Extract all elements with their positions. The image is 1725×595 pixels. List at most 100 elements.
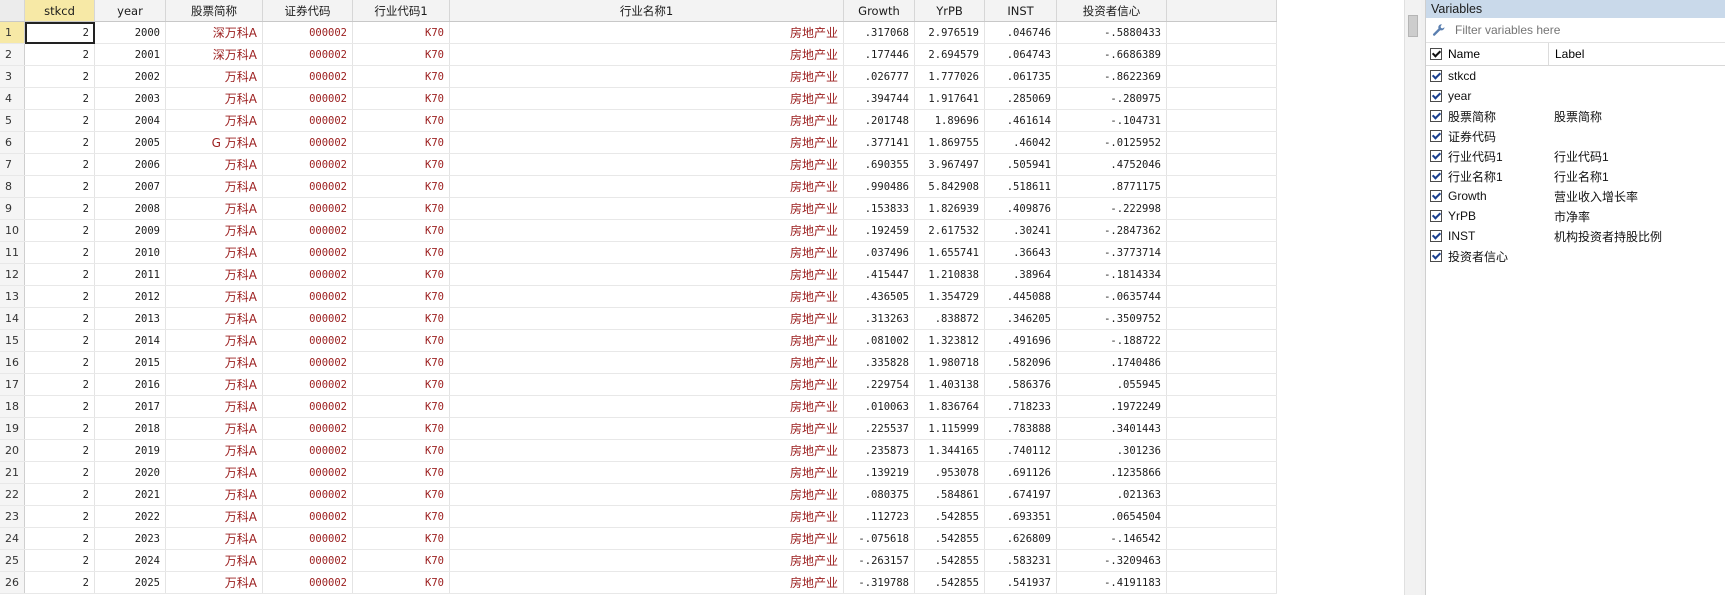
table-cell[interactable]: -.319788	[843, 571, 915, 594]
variable-checkbox[interactable]	[1426, 150, 1446, 162]
row-number[interactable]: 2	[0, 43, 25, 66]
table-cell[interactable]: 000002	[262, 549, 353, 572]
table-cell[interactable]: 房地产业	[449, 153, 844, 176]
table-cell[interactable]: 房地产业	[449, 571, 844, 594]
table-row[interactable]: 15 2 2014 万科A 000002 K70 房地产业 .081002 1.323812.4…	[0, 329, 1321, 352]
table-row[interactable]: 9 2 2008 万科A 000002 K70 房地产业 .153833 1.826939.40…	[0, 197, 1321, 220]
row-number[interactable]: 11	[0, 241, 25, 264]
row-number[interactable]: 6	[0, 131, 25, 154]
table-cell[interactable]: 000002	[262, 351, 353, 374]
table-cell[interactable]: 万科A	[165, 219, 263, 242]
variable-row[interactable]: YrPB 市净率	[1426, 206, 1725, 226]
table-cell[interactable]: 2	[24, 329, 95, 352]
table-cell[interactable]: .229754	[843, 373, 915, 396]
table-cell[interactable]: 2	[24, 505, 95, 528]
row-number[interactable]: 24	[0, 527, 25, 550]
table-cell[interactable]: .30241	[984, 219, 1057, 242]
column-header[interactable]: 证券代码	[262, 0, 353, 22]
table-cell[interactable]: .953078	[914, 461, 985, 484]
table-cell[interactable]: 2	[24, 307, 95, 330]
table-cell[interactable]: 2	[24, 43, 95, 66]
table-cell[interactable]: K70	[352, 87, 450, 110]
table-cell[interactable]: 万科A	[165, 527, 263, 550]
table-cell[interactable]: 1.980718	[914, 351, 985, 374]
table-cell[interactable]: .201748	[843, 109, 915, 132]
table-row[interactable]: 26 2 2025 万科A 000002 K70 房地产业 -.319788.542855.5…	[0, 571, 1321, 594]
table-row[interactable]: 7 2 2006 万科A 000002 K70 房地产业 .690355 3.967497.50…	[0, 153, 1321, 176]
table-cell[interactable]: 000002	[262, 43, 353, 66]
table-cell[interactable]: -.075618	[843, 527, 915, 550]
table-cell[interactable]: -.5880433	[1056, 21, 1167, 44]
table-cell[interactable]: K70	[352, 461, 450, 484]
table-cell[interactable]: K70	[352, 65, 450, 88]
table-cell[interactable]: 2013	[94, 307, 166, 330]
table-cell[interactable]: 房地产业	[449, 21, 844, 44]
table-row[interactable]: 22 2 2021 万科A 000002 K70 房地产业 .080375.584861.67…	[0, 483, 1321, 506]
table-cell[interactable]: -.3209463	[1056, 549, 1167, 572]
table-cell[interactable]: 000002	[262, 307, 353, 330]
table-cell[interactable]: 房地产业	[449, 329, 844, 352]
table-cell[interactable]: 房地产业	[449, 373, 844, 396]
table-cell[interactable]: 深万科A	[165, 43, 263, 66]
table-cell[interactable]: G 万科A	[165, 131, 263, 154]
table-cell[interactable]: 房地产业	[449, 395, 844, 418]
table-cell[interactable]: .674197	[984, 483, 1057, 506]
table-cell[interactable]: .542855	[914, 549, 985, 572]
table-cell[interactable]: -.104731	[1056, 109, 1167, 132]
table-cell[interactable]: 房地产业	[449, 285, 844, 308]
table-cell[interactable]: .691126	[984, 461, 1057, 484]
table-cell[interactable]: -.3773714	[1056, 241, 1167, 264]
table-cell[interactable]: K70	[352, 175, 450, 198]
table-cell[interactable]: .445088	[984, 285, 1057, 308]
table-cell[interactable]: 房地产业	[449, 175, 844, 198]
table-cell[interactable]: 2009	[94, 219, 166, 242]
row-number[interactable]: 10	[0, 219, 25, 242]
table-cell[interactable]: 万科A	[165, 571, 263, 594]
table-cell[interactable]: .693351	[984, 505, 1057, 528]
row-number[interactable]: 16	[0, 351, 25, 374]
table-cell[interactable]: 万科A	[165, 197, 263, 220]
table-cell[interactable]: 2015	[94, 351, 166, 374]
table-cell[interactable]: -.188722	[1056, 329, 1167, 352]
table-cell[interactable]: .064743	[984, 43, 1057, 66]
table-cell[interactable]: -.0125952	[1056, 131, 1167, 154]
table-cell[interactable]: 万科A	[165, 285, 263, 308]
table-cell[interactable]: 1.89696	[914, 109, 985, 132]
table-cell[interactable]: 2012	[94, 285, 166, 308]
table-cell[interactable]: 1.323812	[914, 329, 985, 352]
table-cell[interactable]: 房地产业	[449, 439, 844, 462]
table-cell[interactable]: .112723	[843, 505, 915, 528]
table-row[interactable]: 6 2 2005 G 万科A 000002 K70 房地产业 .377141 1.869755.…	[0, 131, 1321, 154]
variable-checkbox[interactable]	[1426, 170, 1446, 182]
row-number[interactable]: 22	[0, 483, 25, 506]
row-number[interactable]: 19	[0, 417, 25, 440]
variable-checkbox[interactable]	[1426, 250, 1446, 262]
table-cell[interactable]: .313263	[843, 307, 915, 330]
table-cell[interactable]: K70	[352, 505, 450, 528]
table-cell[interactable]: -.280975	[1056, 87, 1167, 110]
table-cell[interactable]: 房地产业	[449, 417, 844, 440]
table-row[interactable]: 3 2 2002 万科A 000002 K70 房地产业 .026777 1.777026.06…	[0, 65, 1321, 88]
table-cell[interactable]: 1.826939	[914, 197, 985, 220]
table-cell[interactable]: .1235866	[1056, 461, 1167, 484]
table-row[interactable]: 24 2 2023 万科A 000002 K70 房地产业 -.075618.542855.6…	[0, 527, 1321, 550]
table-cell[interactable]: 000002	[262, 505, 353, 528]
table-cell[interactable]: 2018	[94, 417, 166, 440]
table-cell[interactable]: 2019	[94, 439, 166, 462]
variable-row[interactable]: stkcd	[1426, 66, 1725, 86]
table-cell[interactable]: 万科A	[165, 351, 263, 374]
table-cell[interactable]: 2021	[94, 483, 166, 506]
table-cell[interactable]: 2	[24, 417, 95, 440]
data-table[interactable]: stkcd year 股票简称 证券代码 行业代码1 行业名称1 Growth YrPB INS…	[0, 0, 1321, 594]
table-cell[interactable]: .046746	[984, 21, 1057, 44]
table-cell[interactable]: K70	[352, 527, 450, 550]
table-row[interactable]: 16 2 2015 万科A 000002 K70 房地产业 .335828 1.980718.5…	[0, 351, 1321, 374]
table-cell[interactable]: 房地产业	[449, 483, 844, 506]
table-cell[interactable]: 000002	[262, 483, 353, 506]
table-cell[interactable]: .718233	[984, 395, 1057, 418]
table-cell[interactable]: 2	[24, 65, 95, 88]
table-cell[interactable]: 3.967497	[914, 153, 985, 176]
table-cell[interactable]: 000002	[262, 21, 353, 44]
table-cell[interactable]: 2	[24, 527, 95, 550]
table-cell[interactable]: .541937	[984, 571, 1057, 594]
